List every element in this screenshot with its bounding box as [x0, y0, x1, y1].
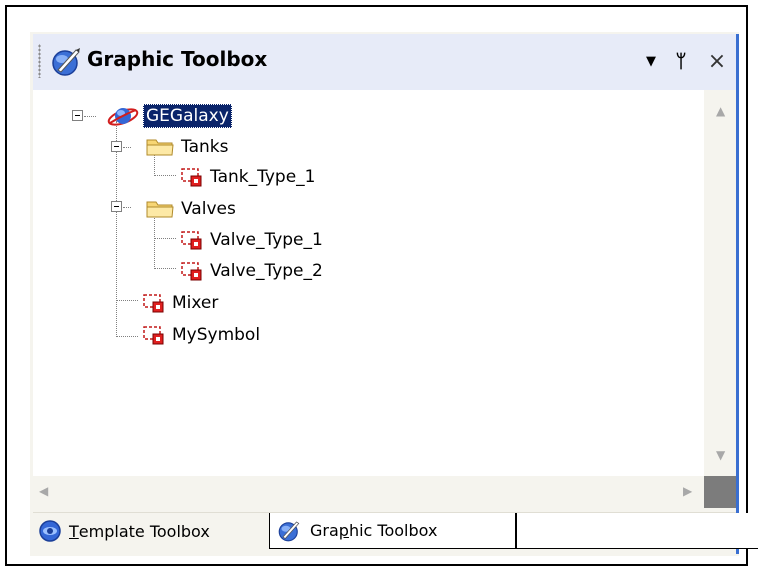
- tree-node-valves[interactable]: Valves: [145, 194, 239, 224]
- scroll-right-icon[interactable]: ▶: [683, 484, 692, 498]
- tree-node-mysymbol[interactable]: MySymbol: [142, 320, 263, 350]
- symbol-icon: [143, 294, 164, 313]
- tree-node-valve-type-2[interactable]: Valve_Type_2: [180, 256, 326, 286]
- dropdown-arrow-icon[interactable]: ▼: [640, 50, 662, 74]
- scroll-down-icon[interactable]: ▼: [716, 448, 725, 462]
- graphic-toolbox-icon: [52, 48, 80, 76]
- tab-label-mnemonic: T: [69, 521, 79, 541]
- tab-template-toolbox[interactable]: Template Toolbox: [37, 513, 267, 549]
- horizontal-scrollbar[interactable]: ◀ ▶: [33, 476, 704, 508]
- symbol-icon: [143, 326, 164, 345]
- tree-node-label: Valve_Type_1: [210, 230, 323, 250]
- tab-label-rest: emplate Toolbox: [78, 521, 210, 541]
- pin-icon[interactable]: ᛘ: [670, 50, 692, 74]
- tree-node-label: Tank_Type_1: [210, 167, 316, 187]
- tree-node-gegalaxy[interactable]: GEGalaxy: [106, 101, 232, 131]
- graphic-toolbox-icon: [278, 521, 300, 541]
- scrollbar-corner: [704, 476, 736, 508]
- tree-node-valve-type-1[interactable]: Valve_Type_1: [180, 225, 326, 255]
- template-toolbox-icon: [39, 520, 61, 542]
- symbol-icon: [181, 262, 202, 281]
- toolbox-tab-strip: Template Toolbox Gra p hic Toolbox: [33, 512, 758, 551]
- collapse-toggle-icon[interactable]: [111, 141, 122, 152]
- collapse-toggle-icon[interactable]: [111, 201, 122, 212]
- tab-label-mnemonic: p: [338, 521, 349, 540]
- drag-grip-icon[interactable]: [38, 44, 41, 78]
- tab-strip-empty-area: [516, 513, 758, 549]
- vertical-scrollbar[interactable]: ▲ ▼: [704, 90, 736, 476]
- panel-border: [736, 34, 739, 554]
- panel-title: Graphic Toolbox: [87, 47, 268, 71]
- tree-node-tanks[interactable]: Tanks: [145, 132, 231, 162]
- folder-icon: [146, 201, 174, 218]
- tree-node-tank-type-1[interactable]: Tank_Type_1: [180, 162, 318, 192]
- symbol-icon: [181, 168, 202, 187]
- galaxy-icon: [107, 108, 139, 126]
- tab-label-rest: hic Toolbox: [348, 521, 438, 540]
- symbol-icon: [181, 231, 202, 250]
- scroll-up-icon[interactable]: ▲: [716, 104, 725, 118]
- folder-icon: [146, 139, 174, 156]
- tree-node-label: Valve_Type_2: [210, 261, 323, 281]
- tree-node-label: Valves: [181, 199, 236, 219]
- tab-label-prefix: Gra: [310, 521, 339, 540]
- tree-node-label: MySymbol: [172, 325, 261, 345]
- collapse-toggle-icon[interactable]: [72, 110, 83, 121]
- tree-node-label: GEGalaxy: [143, 104, 232, 128]
- tree-node-mixer[interactable]: Mixer: [142, 288, 221, 318]
- tree-view[interactable]: GEGalaxy Tanks Tank_Type_1 Valves Valve_…: [33, 90, 704, 476]
- close-icon[interactable]: ×: [706, 50, 728, 74]
- tree-node-label: Tanks: [181, 137, 229, 157]
- tab-graphic-toolbox[interactable]: Gra p hic Toolbox: [269, 513, 516, 549]
- scroll-left-icon[interactable]: ◀: [39, 484, 48, 498]
- tree-node-label: Mixer: [172, 293, 219, 313]
